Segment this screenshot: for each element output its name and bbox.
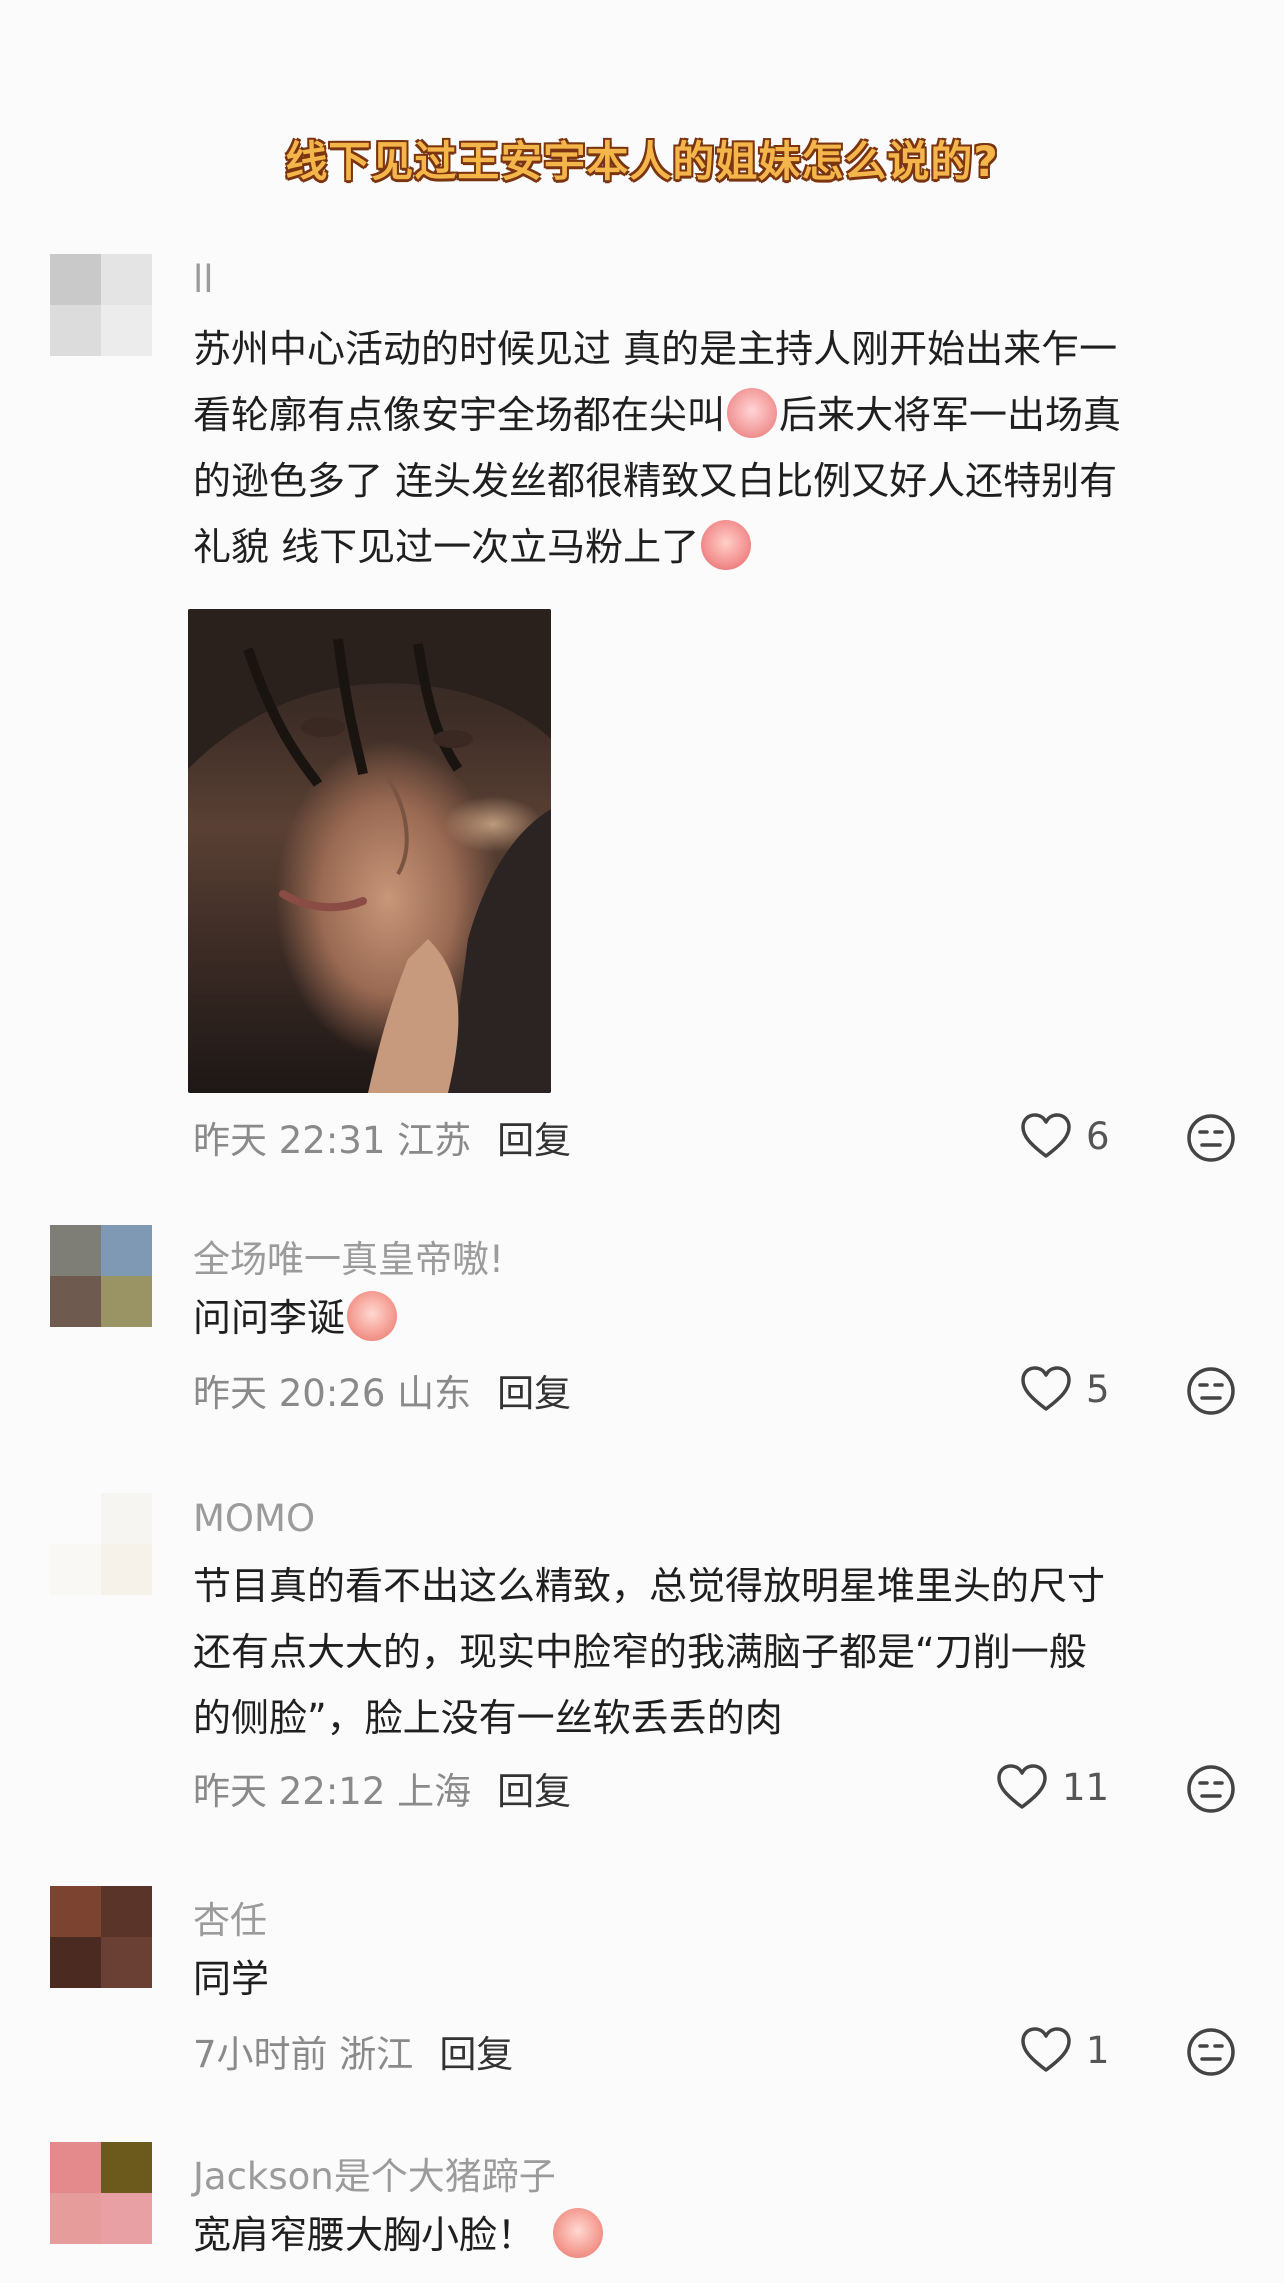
crying-peach-emoji — [727, 388, 778, 438]
neutral-face-icon[interactable] — [1186, 1113, 1236, 1163]
comment-text: 苏州中心活动的时候见过 真的是主持人刚开始出来乍一 看轮廓有点像安宇全场都在尖叫… — [193, 316, 1238, 580]
username[interactable]: 杏任 — [193, 1890, 267, 1944]
like-button[interactable]: 1 — [1020, 2026, 1110, 2074]
avatar-tile — [101, 1493, 152, 1544]
comment-line: 宽肩窄腰大胸小脸！ — [193, 2202, 1238, 2268]
comment-meta: 昨天 22:31 江苏 回复 — [193, 1110, 571, 1164]
like-count: 11 — [1062, 1765, 1110, 1809]
neutral-face-icon[interactable] — [1186, 1366, 1236, 1416]
neutral-face-icon[interactable] — [1186, 2027, 1236, 2077]
time-location: 昨天 22:12 上海 — [193, 1770, 472, 1813]
username[interactable]: Jackson是个大猪蹄子 — [193, 2146, 556, 2200]
comment-line-part: 看轮廓有点像安宇全场都在尖叫 — [193, 393, 726, 437]
heart-icon — [1021, 2027, 1071, 2072]
like-button[interactable]: 5 — [1020, 1365, 1110, 1413]
comment-text: 同学 — [193, 1946, 1238, 2012]
comment-meta: 7小时前 浙江 回复 — [193, 2024, 513, 2078]
username[interactable]: ll — [193, 258, 214, 301]
avatar-tile — [50, 1544, 101, 1595]
like-count: 5 — [1086, 1367, 1110, 1411]
comment-line-part: 后来大将军一出场真 — [779, 393, 1122, 437]
avatar[interactable] — [50, 2142, 152, 2244]
heart-icon — [997, 1764, 1047, 1809]
username[interactable]: 全场唯一真皇帝嗷! — [193, 1229, 504, 1283]
avatar-tile — [101, 1225, 152, 1276]
excited-peach-emoji — [701, 520, 752, 570]
post-title-banner: 线下见过王安宇本人的姐妹怎么说的? — [285, 137, 999, 186]
comment-line: 节目真的看不出这么精致，总觉得放明星堆里头的尺寸 — [193, 1564, 1106, 1608]
avatar[interactable] — [50, 1886, 152, 1988]
heart-icon — [1021, 1366, 1071, 1411]
reply-button[interactable]: 回复 — [497, 1770, 571, 1813]
comment-meta: 昨天 22:12 上海 回复 — [193, 1761, 571, 1815]
comment-text: 节目真的看不出这么精致，总觉得放明星堆里头的尺寸 还有点大大的，现实中脸窄的我满… — [193, 1553, 1238, 1751]
like-button[interactable]: 11 — [996, 1763, 1109, 1811]
comment-photo[interactable] — [188, 609, 551, 1093]
avatar-tile — [101, 1937, 152, 1988]
comment-line-part: 礼貌 线下见过一次立马粉上了 — [193, 525, 700, 569]
avatar[interactable] — [50, 1225, 152, 1327]
comment-text: 宽肩窄腰大胸小脸！ — [193, 2202, 1238, 2268]
peach-emoji — [553, 2208, 604, 2258]
reply-button[interactable]: 回复 — [439, 2033, 513, 2076]
comment-line-part: 问问李诞 — [193, 1296, 346, 1340]
avatar-tile — [50, 2193, 101, 2244]
avatar-tile — [101, 2193, 152, 2244]
avatar-tile — [101, 1544, 152, 1595]
avatar-tile — [101, 1276, 152, 1327]
avatar-tile — [101, 305, 152, 356]
avatar-tile — [50, 254, 101, 305]
like-button[interactable]: 6 — [1020, 1112, 1110, 1160]
reply-button[interactable]: 回复 — [497, 1372, 571, 1415]
username[interactable]: MOMO — [193, 1497, 315, 1540]
avatar-tile — [50, 1276, 101, 1327]
neutral-face-icon[interactable] — [1186, 1764, 1236, 1814]
avatar[interactable] — [50, 1493, 152, 1595]
like-count: 1 — [1086, 2028, 1110, 2072]
portrait-illustration — [188, 609, 551, 1093]
comment-text: 问问李诞 — [193, 1285, 1238, 1351]
comment-meta: 昨天 20:26 山东 回复 — [193, 1363, 571, 1417]
avatar-tile — [50, 305, 101, 356]
time-location: 昨天 20:26 山东 — [193, 1372, 472, 1415]
avatar-tile — [101, 2142, 152, 2193]
comment-line: 问问李诞 — [193, 1285, 1238, 1351]
avatar-tile — [50, 2142, 101, 2193]
comment-line: 看轮廓有点像安宇全场都在尖叫 后来大将军一出场真 — [193, 382, 1238, 448]
comment-line: 还有点大大的，现实中脸窄的我满脑子都是“刀削一般 — [193, 1630, 1087, 1674]
comment-line: 礼貌 线下见过一次立马粉上了 — [193, 514, 1238, 580]
heart-icon — [1021, 1113, 1071, 1158]
avatar-tile — [101, 1886, 152, 1937]
avatar-tile — [101, 254, 152, 305]
time-location: 昨天 22:31 江苏 — [193, 1119, 472, 1162]
comment-line: 的侧脸”，脸上没有一丝软丢丢的肉 — [193, 1696, 783, 1740]
avatar-tile — [50, 1493, 101, 1544]
comment-line-part: 宽肩窄腰大胸小脸！ — [193, 2213, 536, 2257]
comment-line: 同学 — [193, 1957, 270, 2001]
avatar-tile — [50, 1225, 101, 1276]
avatar-tile — [50, 1937, 101, 1988]
avatar-tile — [50, 1886, 101, 1937]
comment-line: 苏州中心活动的时候见过 真的是主持人刚开始出来乍一 — [193, 327, 1118, 371]
like-count: 6 — [1086, 1114, 1110, 1158]
peach-emoji — [347, 1291, 398, 1341]
avatar[interactable] — [50, 254, 152, 356]
comment-line: 的逊色多了 连头发丝都很精致又白比例又好人还特别有 — [193, 459, 1118, 503]
reply-button[interactable]: 回复 — [497, 1119, 571, 1162]
time-location: 7小时前 浙江 — [193, 2033, 414, 2076]
